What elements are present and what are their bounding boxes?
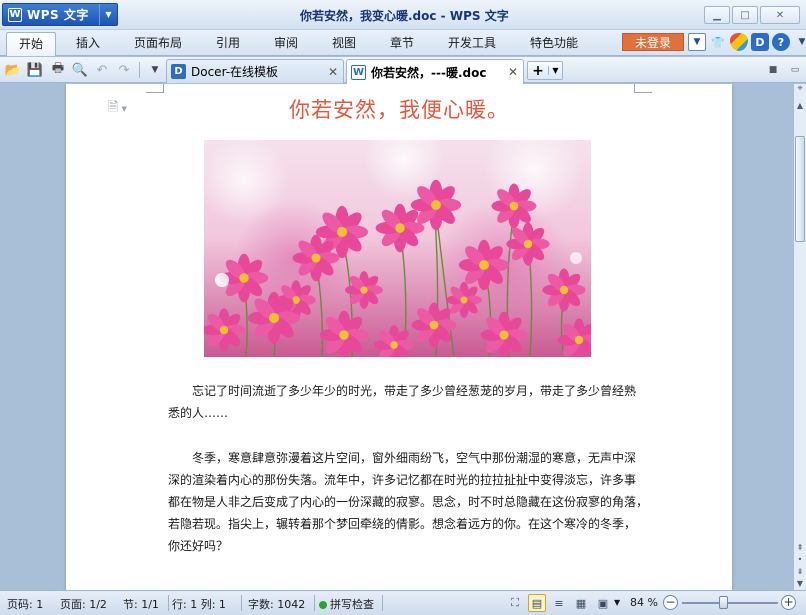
window-title: 你若安然，我变心暖.doc - WPS 文字 (300, 9, 509, 23)
help-icon[interactable]: ? (772, 33, 790, 51)
paragraph-line: 深的渲染着内心的那份失落。流年中，许多记忆都在时光的拉拉扯扯中变得淡忘，许多事 (168, 473, 637, 487)
cosmos-flowers-image (204, 140, 591, 357)
menu-view[interactable]: 视图 (332, 34, 356, 54)
menu-home[interactable]: 开始 (6, 32, 57, 56)
chevron-down-icon[interactable]: ▼ (688, 33, 706, 51)
print-icon[interactable]: 🖶 (49, 61, 67, 79)
toolbar-divider (139, 62, 140, 78)
vertical-scrollbar[interactable]: ⌖ ▲ ⇞ • ⇟ ▼ (793, 84, 806, 590)
app-menu-button[interactable]: W WPS 文字 ▼ (2, 3, 118, 26)
wps-logo-icon: W (8, 7, 22, 22)
scroll-down-icon[interactable]: ▼ (794, 578, 806, 590)
full-screen-view-icon[interactable]: ⛶ (506, 594, 524, 612)
browse-object-icon[interactable]: • (794, 554, 806, 566)
status-divider (314, 595, 315, 611)
chevron-down-icon[interactable]: ▼ (548, 66, 562, 75)
chevron-down-icon[interactable]: ▼ (614, 598, 620, 607)
chevron-down-icon[interactable]: ▼ (793, 33, 806, 51)
tab-label: Docer-在线模板 (191, 65, 279, 79)
status-divider (382, 595, 383, 611)
reading-view-icon[interactable]: ▣ (594, 594, 612, 612)
margin-corner (634, 84, 652, 93)
docer-icon[interactable]: D (751, 33, 769, 51)
paragraph-line: 都在物是人非之后变成了内心的一份深藏的寂寥。思念，时不时总隐藏在这份寂寥的角落， (168, 495, 649, 509)
restore-icon[interactable]: ▭ (788, 63, 802, 77)
paragraph-line: 忘记了时间流逝了多少年少的时光，带走了多少曾经葱茏的岁月，带走了多少曾经熟 (192, 384, 637, 398)
scrollbar-thumb[interactable] (795, 136, 805, 242)
scroll-up-icon[interactable]: ▲ (794, 100, 806, 112)
shield-icon[interactable] (730, 33, 748, 51)
save-icon[interactable]: 💾 (26, 61, 44, 79)
status-page: 页码: 1 (7, 598, 44, 611)
new-tab-button[interactable]: + ▼ (527, 61, 563, 80)
chevron-down-icon[interactable]: ▼ (99, 4, 117, 25)
spell-check-label: 拼写检查 (330, 598, 374, 611)
open-folder-icon[interactable]: 📂 (4, 61, 22, 79)
login-button[interactable]: 未登录 (622, 33, 684, 51)
spell-check-button[interactable]: 拼写检查 (319, 596, 374, 612)
ribbon-menu: 开始 插入 页面布局 引用 审阅 视图 章节 开发工具 特色功能 未登录 ▼ 👕… (0, 30, 806, 56)
page-view-icon[interactable]: ▤ (528, 594, 546, 612)
web-view-icon[interactable]: ▦ (572, 594, 590, 612)
paragraph-line: 若隐若现。指尖上，辗转着那个梦回牵绕的倩影。想念着远方的你。在这个寒冷的冬季， (168, 517, 637, 531)
status-divider (241, 595, 242, 611)
document-workspace: 🗎 ▼ 你若安然，我便心暖。 忘记了时间流逝了多少年少的时光，带走了多少曾经葱茏… (0, 84, 793, 590)
close-button[interactable]: ✕ (760, 6, 800, 24)
window-controls: ▁ □ ✕ (704, 6, 800, 24)
spell-status-icon (319, 601, 327, 609)
paragraph-line: 悉的人…… (168, 406, 229, 420)
menu-special[interactable]: 特色功能 (530, 34, 578, 54)
menu-insert[interactable]: 插入 (76, 34, 100, 54)
quick-toolbar: 📂 💾 🖶 🔍 ↶ ↷ ▼ D Docer-在线模板 ✕ W 你若安然，---暖… (0, 57, 806, 84)
status-divider (168, 595, 169, 611)
zoom-out-button[interactable]: − (663, 595, 678, 610)
maximize-button[interactable]: □ (732, 6, 758, 24)
flower-photo[interactable] (204, 140, 591, 357)
minimize-button[interactable]: ▁ (704, 6, 730, 24)
paragraph-line: 你还好吗？ (168, 539, 229, 553)
paragraph-line: 冬季，寒意肆意弥漫着这片空间，窗外细雨纷飞，空气中那份潮湿的寒意，无声中深 (192, 451, 637, 465)
zoom-in-button[interactable]: + (781, 595, 796, 610)
outline-view-icon[interactable]: ≡ (550, 594, 568, 612)
docer-icon: D (171, 64, 186, 79)
menu-developer[interactable]: 开发工具 (448, 34, 496, 54)
plus-icon: + (532, 62, 544, 79)
menu-review[interactable]: 审阅 (274, 34, 298, 54)
zoom-slider-track[interactable] (682, 602, 778, 604)
undo-icon[interactable]: ↶ (93, 61, 111, 79)
skin-shirt-icon[interactable]: 👕 (709, 33, 727, 51)
redo-icon[interactable]: ↷ (115, 61, 133, 79)
paragraph: 冬季，寒意肆意弥漫着这片空间，窗外细雨纷飞，空气中那份潮湿的寒意，无声中深 深的… (168, 447, 649, 557)
tab-document[interactable]: W 你若安然，---暖.doc ✕ (346, 59, 524, 84)
status-line-col: 行: 1 列: 1 (172, 598, 226, 611)
tab-label: 你若安然，---暖.doc (371, 65, 487, 80)
menu-references[interactable]: 引用 (216, 34, 240, 54)
margin-corner (146, 84, 164, 93)
ruler-toggle-icon[interactable]: ⌖ (794, 84, 806, 98)
menu-page-layout[interactable]: 页面布局 (134, 34, 182, 54)
zoom-slider-handle[interactable] (719, 596, 729, 609)
print-preview-icon[interactable]: 🔍 (71, 61, 89, 79)
next-page-icon[interactable]: ⇟ (794, 566, 806, 578)
app-name: WPS 文字 (27, 8, 89, 22)
zoom-level[interactable]: 84 % (630, 596, 658, 609)
status-pages: 页面: 1/2 (60, 598, 107, 611)
wps-doc-icon: W (351, 64, 366, 80)
status-section: 节: 1/1 (123, 598, 159, 611)
document-page[interactable]: 🗎 ▼ 你若安然，我便心暖。 忘记了时间流逝了多少年少的时光，带走了多少曾经葱茏… (66, 84, 732, 590)
close-icon[interactable]: ✕ (505, 65, 521, 79)
paragraph: 忘记了时间流逝了多少年少的时光，带走了多少曾经葱茏的岁月，带走了多少曾经熟 悉的… (168, 380, 637, 424)
document-heading: 你若安然，我便心暖。 (289, 98, 509, 122)
prev-page-icon[interactable]: ⇞ (794, 542, 806, 554)
tab-docer[interactable]: D Docer-在线模板 ✕ (166, 59, 344, 83)
title-bar: W WPS 文字 ▼ 你若安然，我变心暖.doc - WPS 文字 ▁ □ ✕ (0, 0, 806, 30)
customize-toolbar-icon[interactable]: ▼ (146, 61, 164, 79)
tab-list-icon[interactable]: ■ (766, 63, 780, 77)
close-icon[interactable]: ✕ (325, 65, 341, 79)
status-word-count[interactable]: 字数: 1042 (248, 596, 305, 612)
menu-chapter[interactable]: 章节 (390, 34, 414, 54)
status-bar: 页码: 1 页面: 1/2 节: 1/1 行: 1 列: 1 字数: 1042 … (0, 590, 806, 615)
